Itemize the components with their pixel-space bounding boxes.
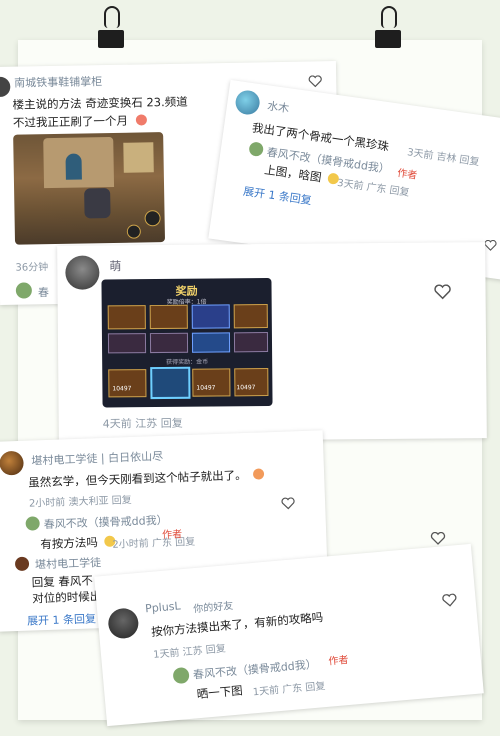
chest-cell	[149, 304, 188, 330]
avatar[interactable]	[172, 666, 190, 685]
binder-clip-icon	[375, 6, 401, 50]
comment-text: 楼主说的方法 奇迹变换石 23.频道	[12, 94, 188, 112]
comment-meta: 36分钟	[15, 262, 49, 274]
comment-text: 按你方法摸出来了，有新的攻略吗	[150, 609, 324, 639]
avatar[interactable]	[15, 282, 32, 299]
comment-username[interactable]: 水木	[266, 97, 290, 116]
chest-cell	[192, 368, 231, 397]
reply-meta: 2小时前 广东 回复	[112, 536, 196, 551]
reply-meta: 1天前 广东 回复	[252, 681, 326, 699]
comment-meta: 2小时前 澳大利亚 回复	[28, 495, 132, 510]
character-shape	[84, 188, 111, 219]
like-heart-icon[interactable]	[430, 532, 446, 545]
avatar[interactable]	[0, 450, 24, 476]
cost-label: 10497	[112, 385, 132, 393]
comment-card: 萌 奖励 奖励倍率：1倍 获得奖励：金币 10497 10497 10497 4…	[57, 242, 487, 442]
chest-cell	[149, 332, 189, 354]
avatar[interactable]	[25, 516, 40, 531]
like-heart-icon[interactable]	[441, 593, 458, 607]
reply-text: 对位的时候出	[32, 589, 102, 606]
chest-cell	[107, 305, 146, 330]
avatar[interactable]	[248, 141, 265, 158]
comment-text-line: 不过我正正刷了一个月	[12, 113, 129, 130]
emoji-icon	[253, 468, 265, 480]
door-shape	[65, 153, 82, 180]
chest-cell	[107, 333, 147, 354]
reply-username[interactable]: 堪村电工学徒	[35, 554, 102, 572]
comment-text: 不过我正正刷了一个月	[13, 112, 147, 130]
chest-cell	[234, 368, 269, 397]
expand-replies-link[interactable]: 展开 1 条回复	[242, 183, 313, 208]
reply-text: 有按方法吗	[40, 534, 116, 553]
comment-meta: 1天前 江苏 回复	[152, 643, 227, 661]
like-heart-icon[interactable]	[484, 240, 497, 251]
comment-meta: 3天前 吉林 回复	[406, 147, 480, 169]
skill-button-icon	[144, 210, 161, 227]
binder-clip-icon	[98, 6, 124, 50]
like-heart-icon[interactable]	[281, 497, 295, 510]
comment-text: 虽然玄学，但今天刚看到这个帖子就出了。	[28, 466, 265, 490]
avatar[interactable]	[0, 76, 11, 98]
cost-label: 10497	[236, 384, 256, 392]
comment-username[interactable]: 萌	[109, 257, 121, 274]
reward-grid: 获得奖励：金币 10497 10497 10497	[107, 304, 269, 400]
avatar[interactable]	[14, 556, 30, 572]
chest-cell	[191, 332, 231, 353]
avatar[interactable]	[65, 255, 100, 290]
emoji-icon	[135, 114, 147, 126]
reward-screenshot[interactable]: 奖励 奖励倍率：1倍 获得奖励：金币 10497 10497 10497	[101, 278, 273, 408]
chest-cell	[108, 369, 147, 398]
cost-label: 10497	[196, 384, 216, 392]
comment-text-line: 虽然玄学，但今天刚看到这个帖子就出了。	[27, 467, 247, 490]
author-badge: 作者	[161, 529, 183, 541]
chest-cell	[150, 366, 191, 400]
chest-cell	[233, 332, 269, 353]
friend-badge: 你的好友	[192, 600, 234, 616]
expand-replies-link[interactable]: 展开 1 条回复	[27, 610, 97, 628]
window-shape	[123, 142, 154, 173]
reply-text-line: 有按方法吗	[40, 535, 99, 552]
comment-username[interactable]: 堪村电工学徒 | 白日依山尽	[31, 448, 163, 469]
avatar[interactable]	[234, 88, 262, 117]
comment-username[interactable]: 南城铁事鞋铺掌柜	[14, 73, 102, 91]
skill-button-icon	[126, 224, 141, 239]
chest-cell	[191, 304, 230, 329]
reward-footer: 获得奖励：金币	[166, 358, 209, 366]
author-badge: 作者	[328, 654, 349, 668]
reply-text: 晒一下图	[196, 683, 244, 702]
game-screenshot[interactable]	[13, 132, 166, 245]
comment-username[interactable]: PplusL	[145, 599, 182, 615]
like-heart-icon[interactable]	[308, 75, 322, 88]
like-heart-icon[interactable]	[434, 284, 452, 300]
author-badge: 作者	[396, 168, 418, 182]
reply-username[interactable]: 春风不改（摸骨戒dd我）	[43, 512, 167, 532]
avatar[interactable]	[107, 607, 140, 640]
chest-cell	[233, 304, 268, 329]
reply-username[interactable]: 春	[38, 284, 49, 300]
comment-meta: 4天前 江苏 回复	[102, 416, 183, 431]
